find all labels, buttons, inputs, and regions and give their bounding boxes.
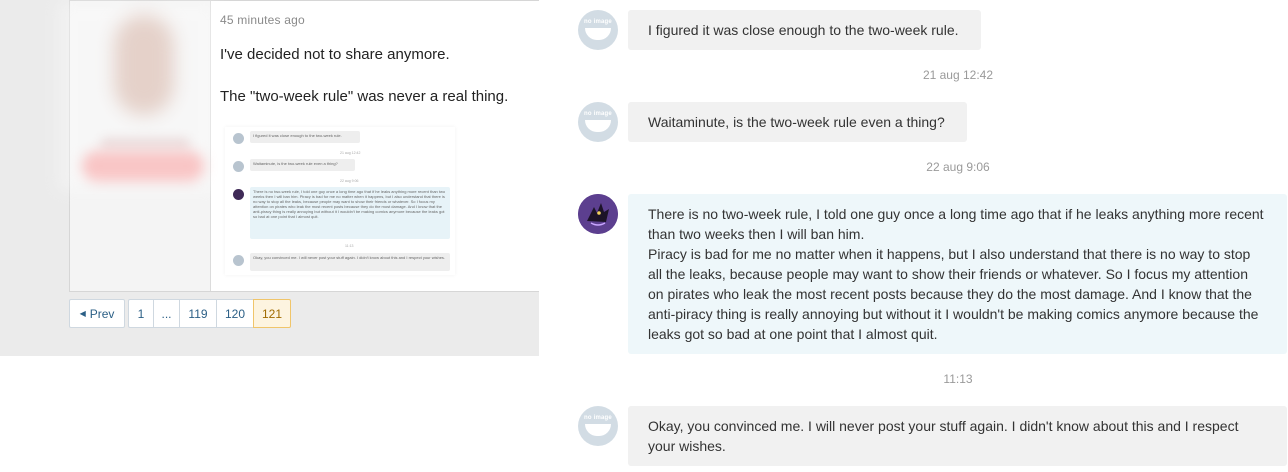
thumb-message: Okay, you convinced me. I will never pos… xyxy=(250,253,450,271)
user-avatar[interactable]: no image xyxy=(578,10,618,50)
chat-message: Waitaminute, is the two-week rule even a… xyxy=(628,102,967,142)
triangle-left-icon: ◀ xyxy=(79,309,86,318)
post-text-line: The "two-week rule" was never a real thi… xyxy=(220,88,509,105)
chat-message: I figured it was close enough to the two… xyxy=(628,10,981,50)
chat-message: Okay, you convinced me. I will never pos… xyxy=(628,406,1287,466)
smile-icon xyxy=(585,424,611,436)
chat-message-paragraph: There is no two-week rule, I told one gu… xyxy=(648,206,1264,242)
thumb-message: There is no two-week rule, I told one gu… xyxy=(250,187,450,239)
page-link-120[interactable]: 120 xyxy=(216,299,254,328)
page-ellipsis[interactable]: ... xyxy=(153,299,180,328)
embedded-chat-screenshot[interactable]: I figured it was close enough to the two… xyxy=(225,127,455,275)
thumb-message: I figured it was close enough to the two… xyxy=(250,131,360,143)
page-link-1[interactable]: 1 xyxy=(128,299,154,328)
chat-timestamp: 21 aug 12:42 xyxy=(922,68,994,82)
page-link-current[interactable]: 121 xyxy=(253,299,291,328)
chat-timestamp: 22 aug 9:06 xyxy=(926,160,990,174)
smile-icon xyxy=(585,120,611,132)
avatar-placeholder-text: no image xyxy=(584,415,612,421)
thumb-date: 21 aug 12:42 xyxy=(340,151,361,155)
smile-icon xyxy=(585,28,611,40)
chat-message-artist: There is no two-week rule, I told one gu… xyxy=(628,194,1287,354)
user-avatar[interactable]: no image xyxy=(578,102,618,142)
user-avatar[interactable]: no image xyxy=(578,406,618,446)
creature-icon xyxy=(578,194,618,234)
thumb-date: 11:13 xyxy=(345,244,354,248)
thumb-avatar xyxy=(233,133,244,144)
thumb-avatar xyxy=(233,255,244,266)
avatar-placeholder-text: no image xyxy=(584,111,612,117)
prev-page-button[interactable]: ◀ Prev xyxy=(69,299,125,328)
forum-post: 45 minutes ago I've decided not to share… xyxy=(58,0,539,292)
thumb-message: Waitaminute, is the two-week rule even a… xyxy=(250,159,355,171)
chat-timestamp: 11:13 xyxy=(943,372,973,386)
post-author-sidebar xyxy=(58,1,218,291)
blur-overlay xyxy=(58,1,218,191)
pagination: ◀ Prev 1 ... 119 120 121 xyxy=(69,299,291,328)
page-link-119[interactable]: 119 xyxy=(179,299,217,328)
thumb-date: 22 aug 9:06 xyxy=(340,179,359,183)
forum-post-panel: 45 minutes ago I've decided not to share… xyxy=(0,0,539,356)
thumb-avatar-artist xyxy=(233,189,244,200)
avatar-placeholder-text: no image xyxy=(584,19,612,25)
artist-avatar[interactable] xyxy=(578,194,618,234)
prev-label: Prev xyxy=(89,306,115,321)
post-text-line: I've decided not to share anymore. xyxy=(220,46,450,63)
thumb-avatar xyxy=(233,161,244,172)
post-timestamp: 45 minutes ago xyxy=(220,13,305,27)
chat-message-paragraph: Piracy is bad for me no matter when it h… xyxy=(648,246,1259,342)
